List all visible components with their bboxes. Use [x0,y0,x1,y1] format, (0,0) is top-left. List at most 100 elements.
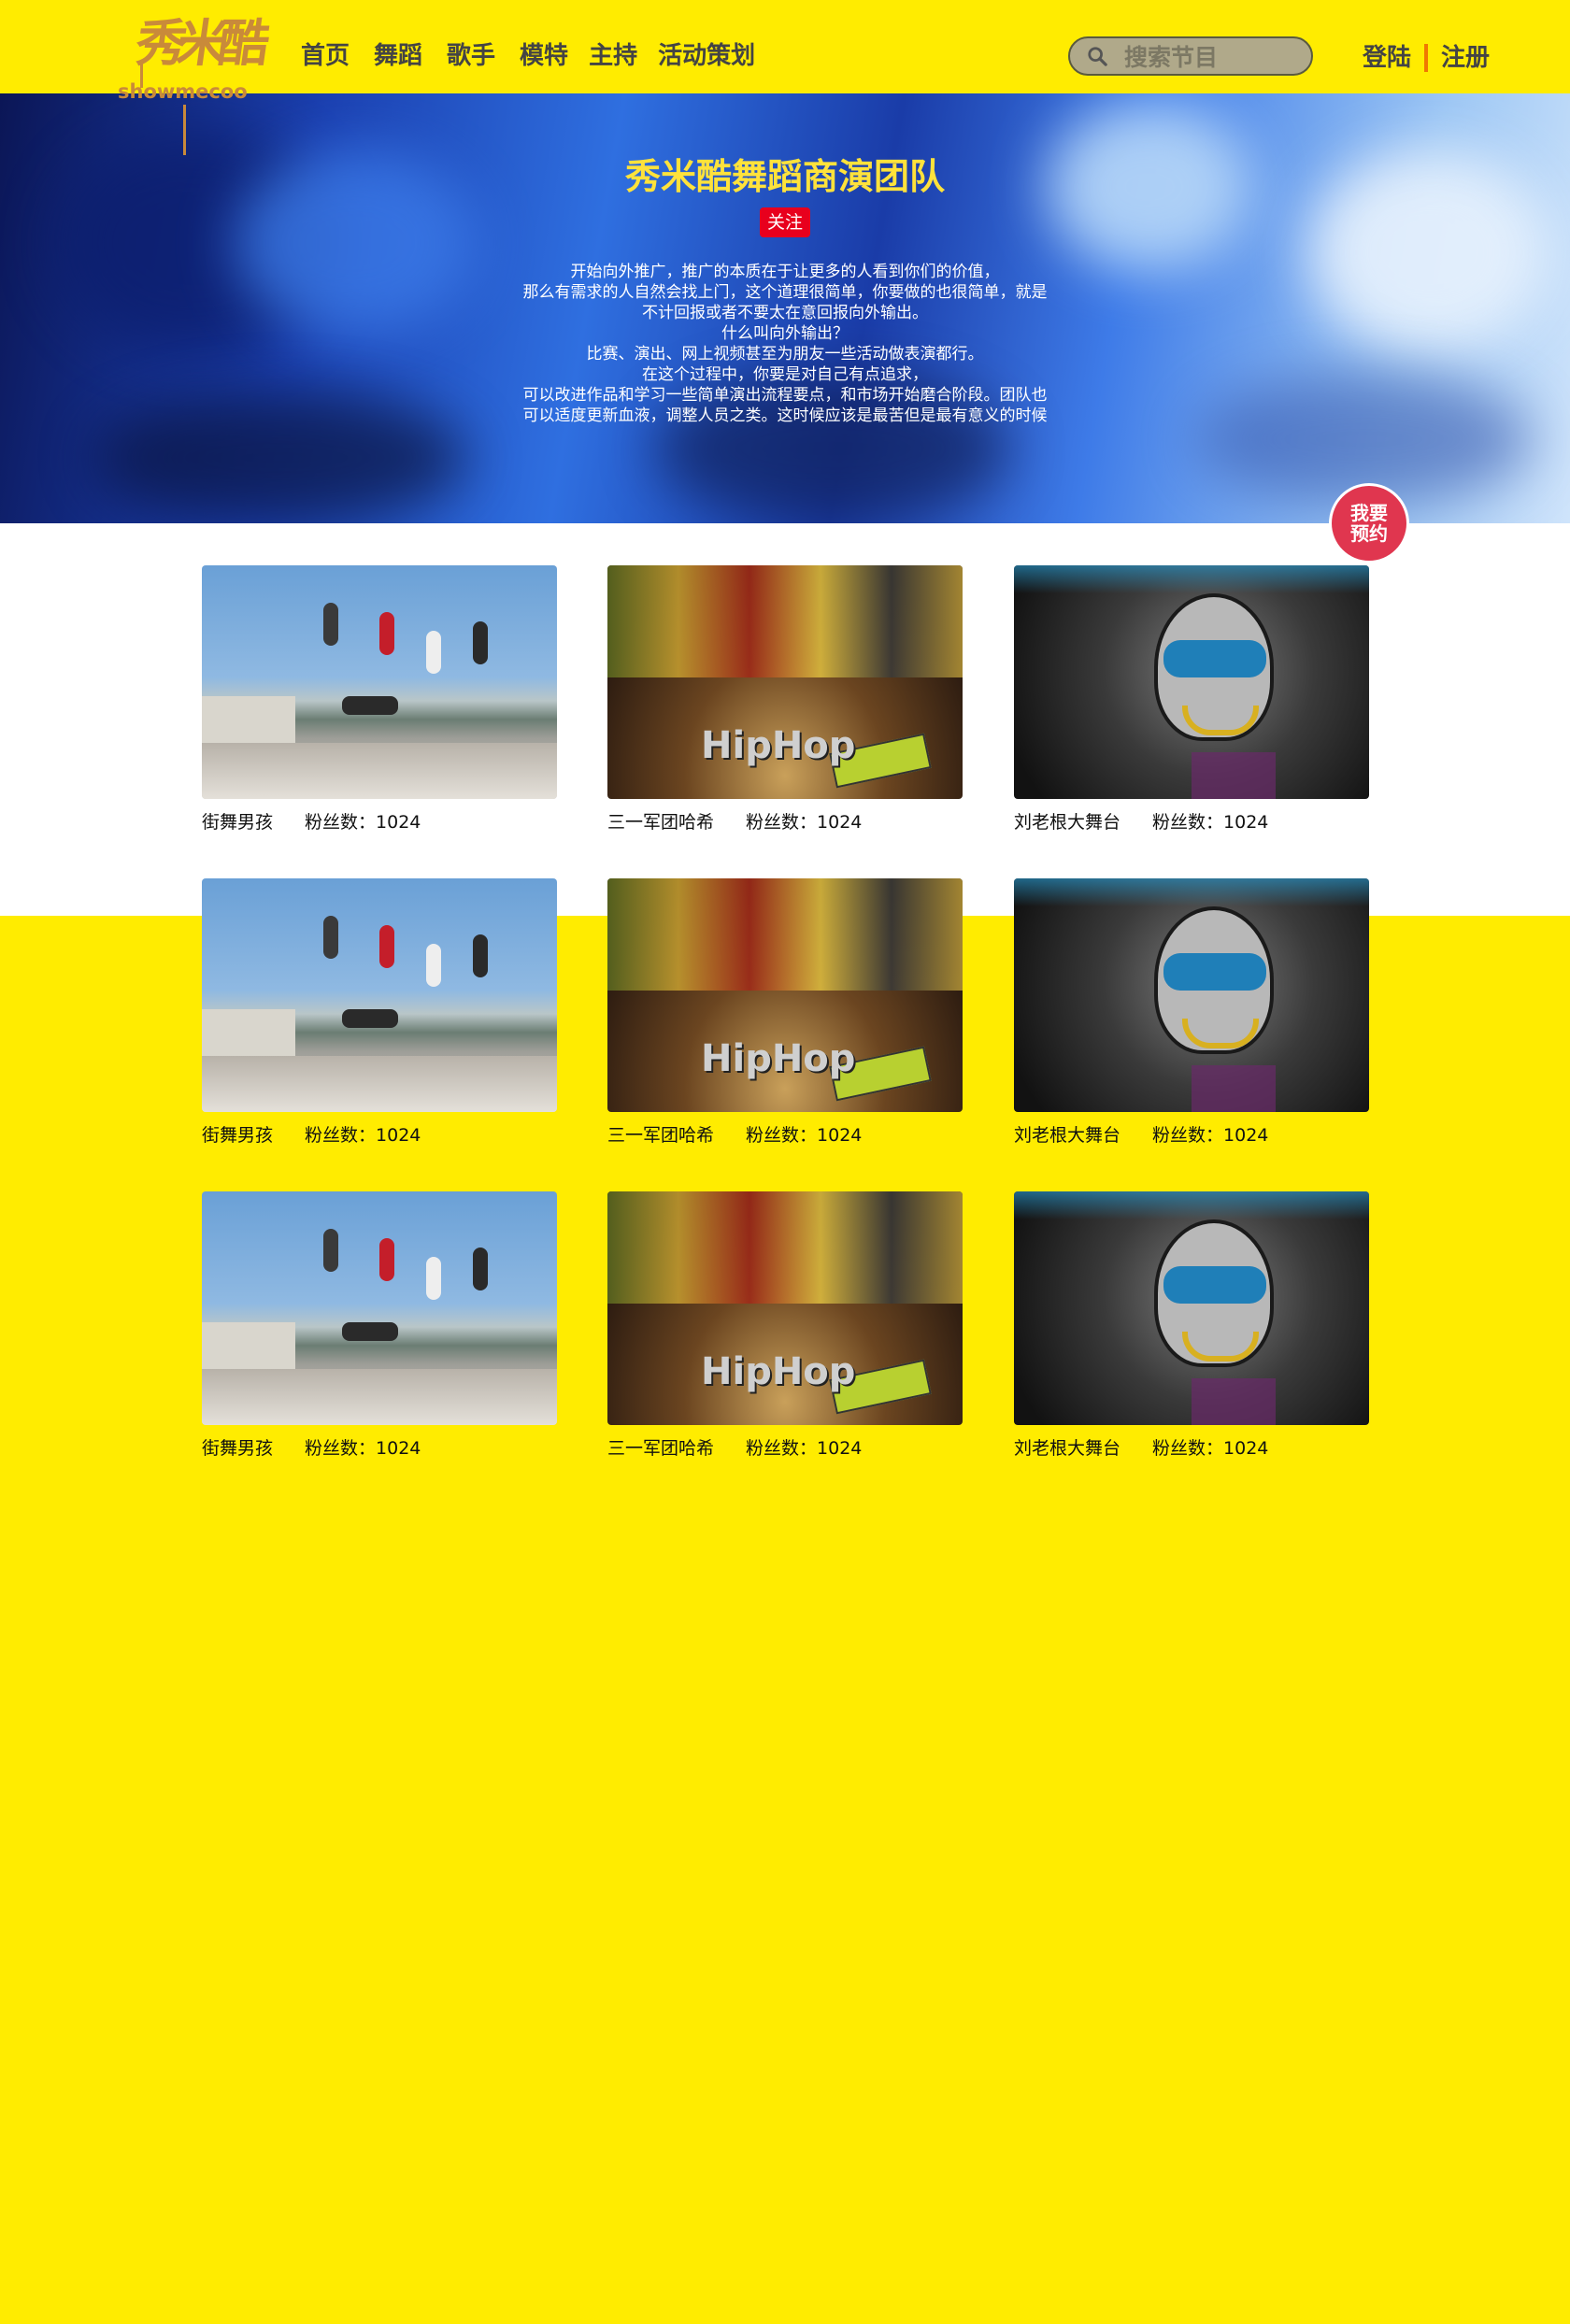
photo-detail: HipHop [701,724,856,767]
performer-name: 三一军团哈希 [607,1125,715,1146]
description-line: 在这个过程中，你要是对自己有点追求， [642,365,928,384]
search-box [1068,36,1313,76]
nav-item-dance[interactable]: 舞蹈 [374,37,422,75]
card-caption: 三一军团哈希 粉丝数：1024 [607,1123,963,1148]
photo-detail [1163,1266,1266,1304]
banner-glow [1196,374,1533,505]
photo-detail [379,1238,394,1281]
logo-subtext: showmecoo [118,80,248,103]
team-title: 秀米酷舞蹈商演团队 [624,156,945,197]
team-description: 开始向外推广，推广的本质在于让更多的人看到你们的价值， 那么有需求的人自然会找上… [505,262,1065,426]
nav-item-home[interactable]: 首页 [301,37,350,75]
nav-item-model[interactable]: 模特 [520,37,568,75]
photo-detail [1163,953,1266,991]
card-caption: 街舞男孩 粉丝数：1024 [202,810,557,834]
banner-glow [93,392,467,523]
performer-card[interactable]: 刘老根大舞台 粉丝数：1024 [1014,878,1369,1148]
photo-detail [202,696,295,743]
card-caption: 街舞男孩 粉丝数：1024 [202,1123,557,1148]
photo-detail [1192,752,1276,799]
nav-item-singer[interactable]: 歌手 [447,37,495,75]
breakdance-group-photo [202,1191,557,1425]
performer-card[interactable]: 街舞男孩 粉丝数：1024 [202,878,557,1148]
photo-detail [473,934,488,977]
description-line: 什么叫向外输出？ [721,324,849,343]
follow-button[interactable]: 关注 [760,207,810,237]
graffiti-mural-photo [1014,565,1369,799]
main-nav: 首页 舞蹈 歌手 模特 主持 活动策划 [301,37,776,75]
description-line: 开始向外推广，推广的本质在于让更多的人看到你们的价值， [570,263,1000,281]
fan-count: 粉丝数：1024 [1152,1125,1269,1146]
login-link[interactable]: 登陆 [1363,39,1411,77]
photo-detail [323,603,338,646]
photo-detail [1014,878,1369,906]
search-input[interactable] [1122,42,1304,72]
photo-detail [1192,1065,1276,1112]
photo-detail [426,1257,441,1300]
fan-count: 粉丝数：1024 [305,1438,421,1459]
performer-name: 三一军团哈希 [607,1438,715,1459]
logo[interactable]: 秀米酷 showmecoo [116,13,264,155]
description-line: 不计回报或者不要太在意回报向外输出。 [642,304,928,322]
performer-card[interactable]: 街舞男孩 粉丝数：1024 [202,1191,557,1461]
fan-count: 粉丝数：1024 [746,812,863,833]
booking-label: 预约 [1350,522,1388,545]
photo-detail [202,743,557,799]
photo-detail [607,878,963,991]
photo-detail [202,1322,295,1369]
description-line: 那么有需求的人自然会找上门，这个道理很简单，你要做的也很简单，就是 [522,283,1048,302]
photo-detail [323,1229,338,1272]
description-line: 可以适度更新血液，调整人员之类。这时候应该是最苦但是最有意义的时候 [522,406,1048,425]
booking-label: 我要 [1350,502,1388,524]
photo-detail [1014,1191,1369,1219]
photo-detail [1163,640,1266,677]
photo-detail [607,565,963,677]
search-icon[interactable] [1087,46,1107,66]
auth-links: 登陆 注册 [1363,39,1490,77]
hiphop-graffiti-photo: HipHop [607,565,963,799]
photo-detail [1192,1378,1276,1425]
performer-card[interactable]: HipHop 三一军团哈希 粉丝数：1024 [607,565,963,834]
card-caption: 三一军团哈希 粉丝数：1024 [607,810,963,834]
performer-card[interactable]: 刘老根大舞台 粉丝数：1024 [1014,565,1369,834]
card-caption: 刘老根大舞台 粉丝数：1024 [1014,1436,1369,1461]
performer-card[interactable]: 刘老根大舞台 粉丝数：1024 [1014,1191,1369,1461]
performer-name: 三一军团哈希 [607,812,715,833]
performer-card[interactable]: HipHop 三一军团哈希 粉丝数：1024 [607,1191,963,1461]
photo-detail [426,944,441,987]
breakdance-group-photo [202,878,557,1112]
photo-detail [607,1191,963,1304]
fan-count: 粉丝数：1024 [746,1438,863,1459]
logo-text: 秀米酷 [132,13,264,73]
register-link[interactable]: 注册 [1441,39,1490,77]
top-header: 秀米酷 showmecoo 首页 舞蹈 歌手 模特 主持 活动策划 登陆 注册 [0,0,1570,155]
performer-name: 刘老根大舞台 [1014,812,1121,833]
card-caption: 三一军团哈希 粉丝数：1024 [607,1436,963,1461]
card-caption: 刘老根大舞台 粉丝数：1024 [1014,810,1369,834]
performer-card[interactable]: HipHop 三一军团哈希 粉丝数：1024 [607,878,963,1148]
photo-detail [202,1056,557,1112]
photo-detail [379,925,394,968]
performer-name: 刘老根大舞台 [1014,1438,1121,1459]
card-caption: 刘老根大舞台 粉丝数：1024 [1014,1123,1369,1148]
fan-count: 粉丝数：1024 [1152,1438,1269,1459]
performer-name: 街舞男孩 [202,812,274,833]
photo-detail [342,696,398,715]
fan-count: 粉丝数：1024 [305,1125,421,1146]
fan-count: 粉丝数：1024 [305,812,421,833]
photo-detail [473,1248,488,1290]
photo-detail [473,621,488,664]
booking-button[interactable]: 我要 预约 [1332,486,1406,561]
hiphop-graffiti-photo: HipHop [607,878,963,1112]
photo-detail: HipHop [701,1350,856,1393]
description-line: 可以改进作品和学习一些简单演出流程要点，和市场开始磨合阶段。团队也 [522,386,1048,405]
graffiti-mural-photo [1014,878,1369,1112]
description-line: 比赛、演出、网上视频甚至为朋友一些活动做表演都行。 [586,345,984,364]
photo-detail [379,612,394,655]
photo-detail [202,1009,295,1056]
hero-banner: 秀米酷舞蹈商演团队 关注 开始向外推广，推广的本质在于让更多的人看到你们的价值，… [0,93,1570,523]
nav-item-event-planning[interactable]: 活动策划 [658,37,755,75]
photo-detail: HipHop [701,1037,856,1080]
nav-item-host[interactable]: 主持 [589,37,637,75]
performer-card[interactable]: 街舞男孩 粉丝数：1024 [202,565,557,834]
